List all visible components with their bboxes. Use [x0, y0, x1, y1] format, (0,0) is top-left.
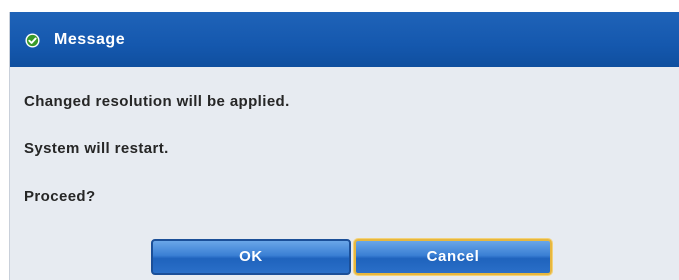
ok-button[interactable]: OK	[151, 239, 351, 275]
cancel-button[interactable]: Cancel	[354, 239, 552, 275]
check-circle-icon	[25, 33, 40, 48]
message-line-proceed: Proceed?	[24, 188, 96, 205]
dialog-titlebar: Message	[10, 12, 679, 67]
message-line-restart: System will restart.	[24, 140, 169, 157]
dialog-title: Message	[54, 31, 126, 48]
message-dialog: Message Changed resolution will be appli…	[9, 12, 679, 280]
message-line-resolution: Changed resolution will be applied.	[24, 93, 290, 110]
